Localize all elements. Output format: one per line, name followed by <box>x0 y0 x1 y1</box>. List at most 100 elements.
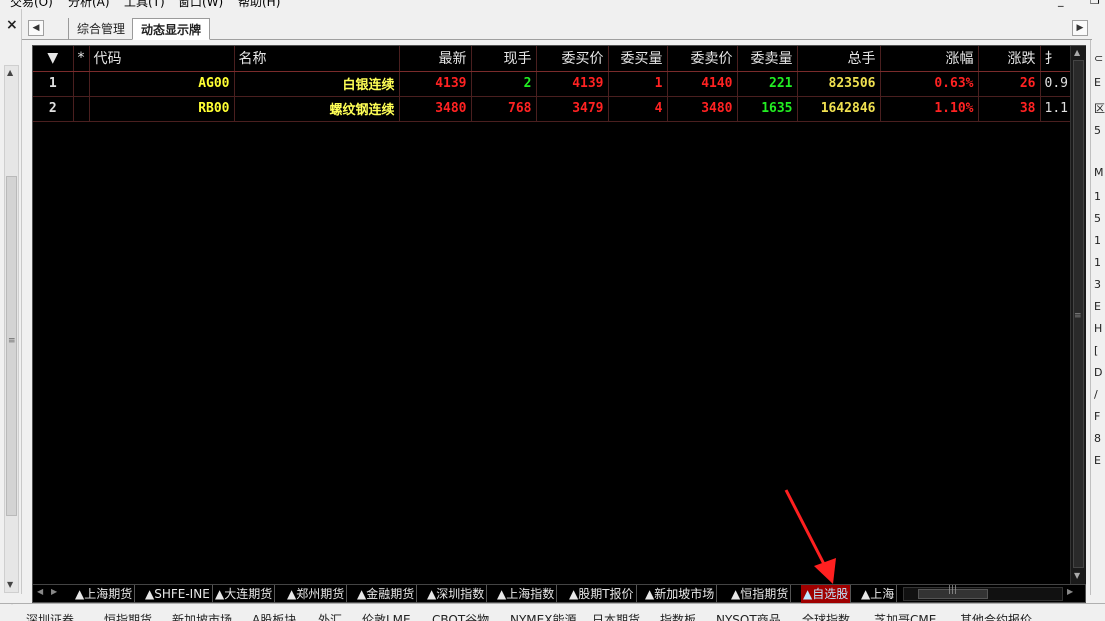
col-change[interactable]: 涨跌 <box>978 46 1041 72</box>
menu-analysis[interactable]: 分析(A) <box>68 0 110 9</box>
left-vertical-scrollbar[interactable]: ▲ ≡ ▼ <box>4 65 19 593</box>
quote-table: ▼ * 代码 名称 最新 现手 委买价 委买量 委卖价 委卖量 总手 涨幅 涨跌… <box>33 46 1073 122</box>
row-index: 2 <box>33 96 74 122</box>
col-bid[interactable]: 委买价 <box>536 46 609 72</box>
table-row[interactable]: 2 RB00 螺纹钢连续 3480 768 3479 4 3480 1635 1… <box>33 96 1073 122</box>
sheet-tab-shenzhen-index[interactable]: ▲深圳指数 <box>425 585 488 603</box>
sheet-tab-watchlist[interactable]: ▲自选股 <box>801 585 852 603</box>
sheet-next-icon[interactable]: ▶ <box>1067 587 1073 596</box>
quick-forex[interactable]: 外汇 <box>318 611 342 621</box>
grip-icon: ≡ <box>8 336 16 346</box>
tab-prev-icon[interactable]: ◀ <box>28 20 44 36</box>
row-name: 螺纹钢连续 <box>234 96 400 122</box>
sheet-tab-singapore[interactable]: ▲新加坡市场 <box>643 585 718 603</box>
row-ask-volume: 1635 <box>737 96 798 122</box>
scroll-thumb[interactable] <box>6 176 17 516</box>
right-side-panel: ⊂ E 区 5 M 1 5 1 1 3 E H [ D / F 8 E <box>1090 40 1105 595</box>
quick-japan-futures[interactable]: 日本期货 <box>592 611 640 621</box>
sheet-tab-stock-futures[interactable]: ▲股期T报价 <box>567 585 637 603</box>
row-last: 3480 <box>399 96 472 122</box>
quick-lme[interactable]: 伦敦LME <box>362 611 411 621</box>
quick-cbot-grains[interactable]: CBOT谷物 <box>432 611 489 621</box>
tab-next-icon[interactable]: ▶ <box>1072 20 1088 36</box>
menu-help[interactable]: 帮助(H) <box>238 0 280 9</box>
row-bid: 3479 <box>536 96 609 122</box>
quick-a-share-sectors[interactable]: A股板块 <box>252 611 296 621</box>
row-bid-volume: 1 <box>608 71 668 97</box>
row-ask-volume: 221 <box>737 71 798 97</box>
col-extra[interactable]: 扌 <box>1040 46 1073 72</box>
grip-icon: ≡ <box>1074 311 1082 321</box>
scroll-up-icon[interactable]: ▲ <box>7 68 13 77</box>
quick-cme[interactable]: 芝加哥CME <box>874 611 936 621</box>
window-tabs: ◀ 综合管理 动态显示牌 ▶ <box>22 18 1092 40</box>
col-ask-volume[interactable]: 委卖量 <box>737 46 798 72</box>
row-change: 26 <box>978 71 1041 97</box>
col-total-volume[interactable]: 总手 <box>797 46 881 72</box>
tab-dynamic-board[interactable]: 动态显示牌 <box>132 18 211 40</box>
quick-global-index[interactable]: 全球指数 <box>802 611 850 621</box>
menu-bar: 交易(O) 分析(A) 工具(T) 窗口(W) 帮助(H) _ ❐ <box>0 0 1105 9</box>
scroll-down-icon[interactable]: ▼ <box>7 580 13 589</box>
tab-overview[interactable]: 综合管理 <box>68 18 133 40</box>
sheet-horizontal-scrollbar[interactable]: ||| <box>903 585 1063 601</box>
row-bid: 4139 <box>536 71 609 97</box>
quick-nymex-energy[interactable]: NYMEX能源 <box>510 611 576 621</box>
row-code: AG00 <box>89 71 235 97</box>
table-row[interactable]: 1 AG00 白银连续 4139 2 4139 1 4140 221 82350… <box>33 71 1073 97</box>
sheet-tab-dce[interactable]: ▲大连期货 <box>213 585 276 603</box>
row-total-volume: 1642846 <box>797 96 881 122</box>
row-last: 4139 <box>399 71 472 97</box>
bottom-prev-icon[interactable]: ◀ <box>4 604 12 606</box>
minimize-icon[interactable]: _ <box>1058 0 1064 7</box>
row-code: RB00 <box>89 96 235 122</box>
app-window: { "menu": [ {"label": "交易(O)"}, {"label"… <box>0 0 1105 621</box>
sheet-first-icon[interactable]: ◀ <box>37 587 43 596</box>
row-star <box>73 71 90 97</box>
menu-window[interactable]: 窗口(W) <box>178 0 223 9</box>
bottom-next-icon[interactable]: ▶ <box>12 604 20 606</box>
menu-trade[interactable]: 交易(O) <box>10 0 53 9</box>
quick-nysot[interactable]: NYSOT商品 <box>716 611 781 621</box>
col-star[interactable]: * <box>73 46 90 72</box>
quick-index-board[interactable]: 指数板 <box>660 611 696 621</box>
row-extra: 0.9 <box>1040 71 1073 97</box>
col-change-pct[interactable]: 涨幅 <box>880 46 979 72</box>
sheet-tab-cffex[interactable]: ▲金融期货 <box>355 585 418 603</box>
quick-singapore[interactable]: 新加坡市场 <box>172 611 232 621</box>
scroll-up-icon[interactable]: ▲ <box>1074 48 1080 57</box>
row-star <box>73 96 90 122</box>
row-extra: 1.1 <box>1040 96 1073 122</box>
market-sheet-tabs: ◀ ▶ ▲上海期货 ▲SHFE-INE ▲大连期货 ▲郑州期货 ▲金融期货 ▲深… <box>33 584 1085 603</box>
sheet-tab-czce[interactable]: ▲郑州期货 <box>285 585 348 603</box>
col-code[interactable]: 代码 <box>89 46 235 72</box>
row-current-volume: 768 <box>471 96 537 122</box>
col-bid-volume[interactable]: 委买量 <box>608 46 668 72</box>
close-icon[interactable]: × <box>6 17 18 33</box>
sheet-prev-icon[interactable]: ▶ <box>51 587 57 596</box>
quick-hsi-futures[interactable]: 恒指期货 <box>104 611 152 621</box>
menu-tools[interactable]: 工具(T) <box>124 0 165 9</box>
row-ask: 3480 <box>667 96 738 122</box>
scroll-down-icon[interactable]: ▼ <box>1074 571 1080 580</box>
table-header-row: ▼ * 代码 名称 最新 现手 委买价 委买量 委卖价 委卖量 总手 涨幅 涨跌… <box>33 46 1073 72</box>
quick-other-contracts[interactable]: 其他合约报价 <box>960 611 1032 621</box>
sort-dropdown-icon[interactable]: ▼ <box>33 46 74 72</box>
grip-icon: ||| <box>948 585 958 595</box>
row-total-volume: 823506 <box>797 71 881 97</box>
col-name[interactable]: 名称 <box>234 46 400 72</box>
sheet-tab-shfe[interactable]: ▲上海期货 <box>73 585 136 603</box>
table-vertical-scrollbar[interactable]: ▲ ≡ ▼ <box>1070 46 1086 584</box>
sheet-tab-shanghai[interactable]: ▲上海 <box>859 585 898 603</box>
sheet-tab-shanghai-index[interactable]: ▲上海指数 <box>495 585 558 603</box>
row-current-volume: 2 <box>471 71 537 97</box>
sheet-tab-hsi-futures[interactable]: ▲恒指期货 <box>729 585 792 603</box>
quick-shenzhen-securities[interactable]: 深圳证券 <box>26 611 74 621</box>
col-last[interactable]: 最新 <box>399 46 472 72</box>
sheet-tab-shfe-ine[interactable]: ▲SHFE-INE <box>143 585 213 603</box>
row-change-pct: 0.63% <box>880 71 979 97</box>
quote-board-panel: ▼ * 代码 名称 最新 现手 委买价 委买量 委卖价 委卖量 总手 涨幅 涨跌… <box>32 45 1086 603</box>
restore-icon[interactable]: ❐ <box>1090 0 1100 7</box>
col-ask[interactable]: 委卖价 <box>667 46 738 72</box>
col-current-volume[interactable]: 现手 <box>471 46 537 72</box>
